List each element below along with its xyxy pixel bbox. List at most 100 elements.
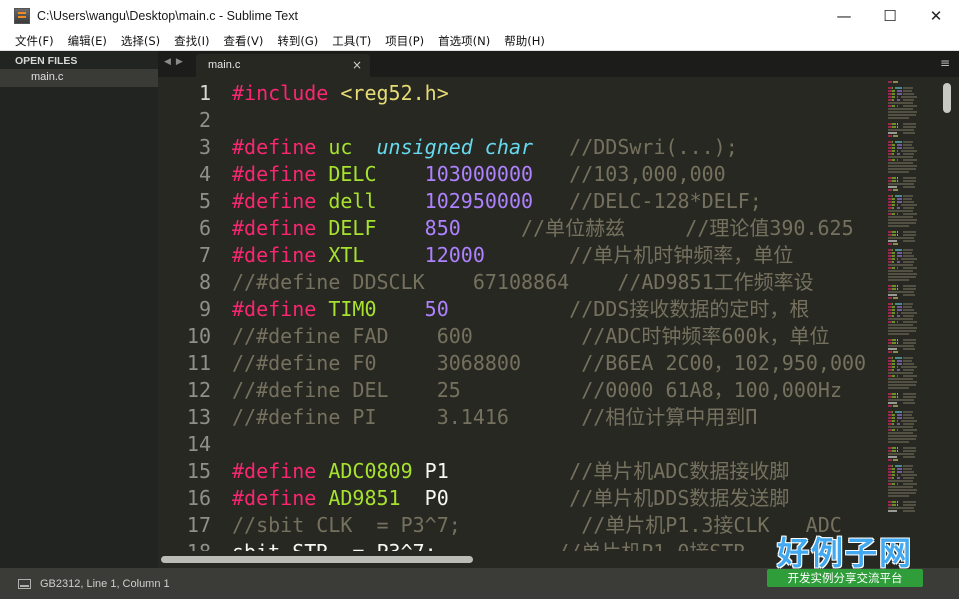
menu-item[interactable]: 编辑(E)	[61, 33, 114, 49]
minimap-token	[888, 162, 913, 164]
code-line[interactable]: 7 #define XTL 12000 //单片机时钟频率，单位	[158, 242, 886, 269]
code-line[interactable]: 16 #define AD9851 P0 //单片机DDS数据发送脚	[158, 485, 886, 512]
minimap-token	[888, 345, 915, 347]
line-number: 18	[158, 539, 211, 551]
code-text: //sbit CLK = P3^7; //单片机P1.3接CLK ADC	[232, 512, 842, 539]
menu-item[interactable]: 文件(F)	[8, 33, 61, 49]
tab-close-icon[interactable]: ×	[352, 58, 362, 72]
code-line[interactable]: 6 #define DELF 850 //单位赫兹 //理论值390.625	[158, 215, 886, 242]
minimap-token	[896, 153, 900, 155]
minimap-token	[903, 447, 917, 449]
code-line[interactable]: 15 #define ADC0809 P1 //单片机ADC数据接收脚	[158, 458, 886, 485]
code-line[interactable]: 9 #define TIM0 50 //DDS接收数据的定时，根	[158, 296, 886, 323]
code-token: //#define PI 3.1416 //相位计算中用到Π	[232, 405, 758, 429]
minimap-token	[892, 81, 898, 83]
minimap-token	[888, 441, 910, 443]
tab-menu-icon[interactable]: ≡	[940, 56, 950, 70]
code-line[interactable]: 3 #define uc unsigned char //DDSwri(...);	[158, 134, 886, 161]
minimap-token	[903, 141, 913, 143]
maximize-button[interactable]: ☐	[867, 0, 913, 31]
code-line[interactable]: 13 //#define PI 3.1416 //相位计算中用到Π	[158, 404, 886, 431]
minimap-token	[894, 411, 902, 413]
minimap-token	[888, 81, 893, 83]
minimap-token	[888, 117, 910, 119]
minimap-token	[888, 135, 893, 137]
menu-item[interactable]: 工具(T)	[325, 33, 378, 49]
tab-main-c[interactable]: main.c ×	[196, 54, 370, 77]
line-number: 11	[186, 351, 211, 375]
minimap-token	[903, 285, 917, 287]
menu-item[interactable]: 查看(V)	[217, 33, 271, 49]
minimap-token	[902, 456, 916, 458]
minimap-token	[892, 99, 895, 101]
horizontal-scrollbar-thumb[interactable]	[161, 556, 473, 563]
minimap-token	[888, 165, 917, 167]
minimap-token	[896, 429, 898, 431]
vertical-scrollbar-thumb[interactable]	[943, 83, 951, 113]
minimap-token	[896, 204, 899, 206]
code-token: #define	[232, 135, 329, 159]
minimap-token	[902, 510, 916, 512]
minimap-token	[888, 156, 913, 158]
code-line[interactable]: 1 #include <reg52.h>	[158, 80, 886, 107]
line-number: 6	[198, 216, 211, 240]
code-line[interactable]: 14	[158, 431, 886, 458]
minimap-token	[903, 471, 914, 473]
minimap-token	[892, 417, 895, 419]
menu-item[interactable]: 帮助(H)	[497, 33, 552, 49]
minimap-token	[903, 252, 913, 254]
code-text: #define TIM0 50 //DDS接收数据的定时，根	[232, 296, 809, 323]
code-line[interactable]: 2	[158, 107, 886, 134]
minimap-token	[901, 474, 917, 476]
minimize-button[interactable]: —	[821, 0, 867, 31]
minimap-token	[896, 144, 902, 146]
menu-item[interactable]: 转到(G)	[270, 33, 325, 49]
code-line[interactable]: 8 //#define DDSCLK 67108864 //AD9851工作频率设	[158, 269, 886, 296]
minimap-token	[896, 342, 898, 344]
code-text: sbit STR = P3^7; //单片机P1.0接STR	[232, 539, 745, 551]
menu-item[interactable]: 查找(I)	[167, 33, 216, 49]
panel-toggle-icon[interactable]	[18, 578, 31, 589]
line-number: 17	[186, 513, 211, 537]
minimap-token	[896, 99, 900, 101]
minimap-token	[888, 426, 913, 428]
sidebar-file-main-c[interactable]: main.c	[0, 69, 158, 87]
code-line[interactable]: 12 //#define DEL 25 //0000 61A8，100,000Hz	[158, 377, 886, 404]
minimap-token	[888, 168, 916, 170]
code-line[interactable]: 11 //#define F0 3068800 //B6EA 2C00，102,9…	[158, 350, 886, 377]
code-token: //DDSwri(...);	[533, 135, 738, 159]
minimap-token	[892, 396, 896, 398]
minimap-token	[888, 243, 893, 245]
code-text: #define uc unsigned char //DDSwri(...);	[232, 134, 738, 161]
minimap-token	[896, 366, 899, 368]
minimap-token	[888, 480, 913, 482]
menu-item[interactable]: 选择(S)	[114, 33, 167, 49]
minimap-token	[903, 429, 917, 431]
minimap-token	[888, 357, 892, 359]
minimap-token	[888, 144, 892, 146]
vertical-scrollbar[interactable]	[937, 77, 959, 551]
minimap-token	[892, 195, 894, 197]
minimap[interactable]	[886, 77, 937, 551]
close-button[interactable]: ✕	[913, 0, 959, 31]
minimap-token	[894, 303, 902, 305]
code-editor[interactable]: 1 #include <reg52.h> 2 3 #define uc unsigned…	[158, 77, 886, 551]
code-token: P1	[424, 459, 449, 483]
code-line[interactable]: 5 #define dell 102950000 //DELC-128*DELF;	[158, 188, 886, 215]
minimap-token	[892, 339, 897, 341]
minimap-token	[892, 234, 896, 236]
minimap-token	[896, 306, 902, 308]
minimap-token	[892, 213, 895, 215]
minimap-token	[888, 222, 916, 224]
menu-item[interactable]: 首选项(N)	[431, 33, 497, 49]
minimap-token	[896, 126, 898, 128]
tab-nav-arrows-icon[interactable]: ◀▶	[164, 57, 188, 67]
minimap-token	[888, 108, 913, 110]
minimap-token	[896, 207, 900, 209]
code-line[interactable]: 10 //#define FAD 600 //ADC时钟频率600k，单位	[158, 323, 886, 350]
menu-item[interactable]: 项目(P)	[378, 33, 431, 49]
code-line[interactable]: 4 #define DELC 103000000 //103,000,000	[158, 161, 886, 188]
code-token: #include	[232, 81, 341, 105]
minimap-token	[903, 213, 917, 215]
status-text: GB2312, Line 1, Column 1	[40, 577, 170, 590]
